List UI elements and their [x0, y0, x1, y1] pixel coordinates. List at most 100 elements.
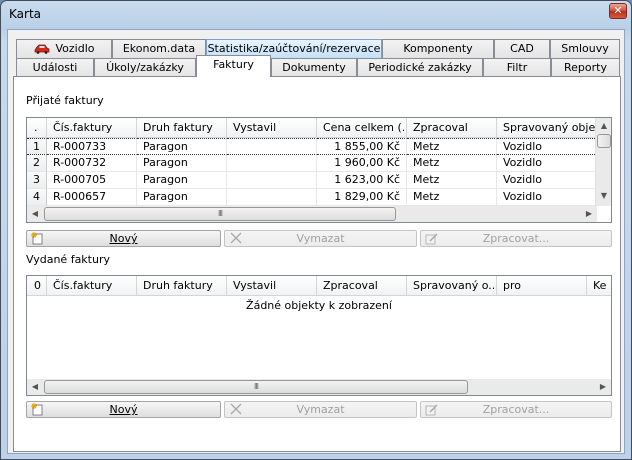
column-header-rownum[interactable]: .	[27, 118, 47, 138]
new-issued-invoice-button[interactable]: Nový	[26, 401, 221, 418]
horizontal-scrollbar[interactable]: ◀ III ▶	[27, 206, 597, 222]
tab-ekonom-data[interactable]: Ekonom.data	[112, 39, 206, 58]
table-cell[interactable]: R-000733	[47, 138, 137, 155]
tab-periodicke-zakazky[interactable]: Periodické zakázky	[357, 58, 483, 77]
table-cell[interactable]	[227, 155, 317, 172]
table-cell[interactable]: R-000732	[47, 155, 137, 172]
issued-invoices-grid[interactable]: 0 Čís.faktury Druh faktury Vystavil Zpra…	[26, 275, 612, 396]
scroll-right-icon[interactable]: ▶	[581, 206, 597, 222]
column-header-cislo[interactable]: Čís.faktury	[47, 276, 137, 296]
tab-label: Reporty	[564, 61, 607, 74]
tab-label: Události	[32, 61, 78, 74]
tab-filtr[interactable]: Filtr	[483, 58, 551, 77]
column-header-objekt[interactable]: Spravovaný o...	[407, 276, 497, 296]
scroll-up-icon[interactable]: ▲	[596, 118, 611, 134]
column-header-vystavil[interactable]: Vystavil	[227, 118, 317, 138]
tab-cad[interactable]: CAD	[494, 39, 550, 58]
table-cell[interactable]: 1 829,00 Kč	[317, 189, 407, 206]
window: Karta ✕ Vozidlo Ekonom.data Statistika/z…	[0, 0, 632, 460]
button-label: Vymazat	[296, 403, 345, 416]
new-document-icon	[31, 403, 43, 416]
column-header-rownum[interactable]: 0	[27, 276, 47, 296]
delete-issued-invoice-button[interactable]: Vymazat	[224, 401, 417, 418]
table-cell[interactable]: Vozidlo	[497, 189, 597, 206]
tab-komponenty[interactable]: Komponenty	[382, 39, 494, 58]
horizontal-scrollbar[interactable]: ◀ III ▶	[27, 379, 611, 395]
column-header-ke[interactable]: Ke	[587, 276, 611, 296]
scrollbar-thumb[interactable]: III	[44, 207, 396, 221]
column-header-druh[interactable]: Druh faktury	[137, 118, 227, 138]
tab-label: Periodické zakázky	[368, 61, 472, 74]
table-cell[interactable]: Vozidlo	[497, 138, 597, 155]
column-header-cislo[interactable]: Čís.faktury	[47, 118, 137, 138]
table-cell[interactable]: Paragon	[137, 172, 227, 189]
table-cell[interactable]: 1 623,00 Kč	[317, 172, 407, 189]
new-document-icon	[31, 232, 43, 245]
scroll-right-icon[interactable]: ▶	[595, 379, 611, 395]
edit-document-icon	[425, 404, 438, 416]
column-header-cena[interactable]: Cena celkem (...	[317, 118, 407, 138]
close-button[interactable]: ✕	[609, 3, 627, 19]
table-cell[interactable]: Paragon	[137, 189, 227, 206]
row-number[interactable]: 3	[27, 172, 47, 189]
tab-dokumenty[interactable]: Dokumenty	[271, 58, 357, 77]
process-received-invoice-button[interactable]: Zpracovat...	[420, 230, 612, 247]
tab-label: Komponenty	[403, 42, 473, 55]
table-cell[interactable]: Vozidlo	[497, 172, 597, 189]
received-invoices-grid[interactable]: . Čís.faktury Druh faktury Vystavil Cena…	[26, 117, 612, 223]
row-number[interactable]: 2	[27, 155, 47, 172]
table-cell[interactable]: Metz	[407, 172, 497, 189]
scrollbar-thumb[interactable]: III	[44, 380, 468, 394]
column-header-vystavil[interactable]: Vystavil	[227, 276, 317, 296]
tab-label: Úkoly/zakázky	[106, 61, 184, 74]
delete-x-icon	[230, 403, 242, 415]
table-cell[interactable]: Metz	[407, 155, 497, 172]
scroll-down-icon[interactable]: ▼	[596, 188, 611, 204]
scroll-left-icon[interactable]: ◀	[27, 379, 43, 395]
column-header-druh[interactable]: Druh faktury	[137, 276, 227, 296]
tab-reporty[interactable]: Reporty	[551, 58, 620, 77]
button-label: Zpracovat...	[482, 403, 550, 416]
issued-invoices-label: Vydané faktury	[26, 253, 110, 266]
process-issued-invoice-button[interactable]: Zpracovat...	[420, 401, 612, 418]
column-header-pro[interactable]: pro	[497, 276, 587, 296]
tab-label: CAD	[510, 42, 534, 55]
button-label: Zpracovat...	[482, 232, 550, 245]
tab-udalosti[interactable]: Události	[16, 58, 94, 77]
table-cell[interactable]: R-000657	[47, 189, 137, 206]
table-cell[interactable]	[227, 189, 317, 206]
tab-smlouvy[interactable]: Smlouvy	[550, 39, 620, 58]
column-header-objekt[interactable]: Spravovaný objekt	[497, 118, 597, 138]
column-header-zpracoval[interactable]: Zpracoval	[407, 118, 497, 138]
received-invoices-label: Přijaté faktury	[26, 94, 104, 107]
table-cell[interactable]: R-000705	[47, 172, 137, 189]
new-received-invoice-button[interactable]: Nový	[26, 230, 221, 247]
table-cell[interactable]: Metz	[407, 138, 497, 155]
column-header-zpracoval[interactable]: Zpracoval	[317, 276, 407, 296]
button-label: Vymazat	[296, 232, 345, 245]
scrollbar-thumb[interactable]	[597, 134, 611, 148]
car-icon	[34, 44, 49, 54]
table-cell[interactable]: 1 960,00 Kč	[317, 155, 407, 172]
scroll-left-icon[interactable]: ◀	[27, 206, 43, 222]
table-cell[interactable]: Paragon	[137, 138, 227, 155]
row-number[interactable]: 4	[27, 189, 47, 206]
tab-vozidlo[interactable]: Vozidlo	[16, 39, 112, 58]
table-cell[interactable]: Paragon	[137, 155, 227, 172]
table-cell[interactable]: Metz	[407, 189, 497, 206]
title-bar[interactable]: Karta ✕	[1, 1, 631, 29]
tab-label: Vozidlo	[55, 42, 95, 55]
tab-label: Faktury	[213, 58, 254, 71]
table-cell[interactable]	[227, 172, 317, 189]
window-title: Karta	[9, 7, 42, 21]
table-cell[interactable]	[227, 138, 317, 155]
tab-label: Ekonom.data	[122, 42, 196, 55]
vertical-scrollbar[interactable]: ▲ ▼	[595, 118, 611, 206]
tab-label: Smlouvy	[561, 42, 609, 55]
table-cell[interactable]: Vozidlo	[497, 155, 597, 172]
table-cell[interactable]: 1 855,00 Kč	[317, 138, 407, 155]
tab-ukoly-zakazky[interactable]: Úkoly/zakázky	[94, 58, 196, 77]
row-number[interactable]: 1	[27, 138, 47, 155]
tab-faktury[interactable]: Faktury	[196, 55, 271, 77]
delete-received-invoice-button[interactable]: Vymazat	[224, 230, 417, 247]
